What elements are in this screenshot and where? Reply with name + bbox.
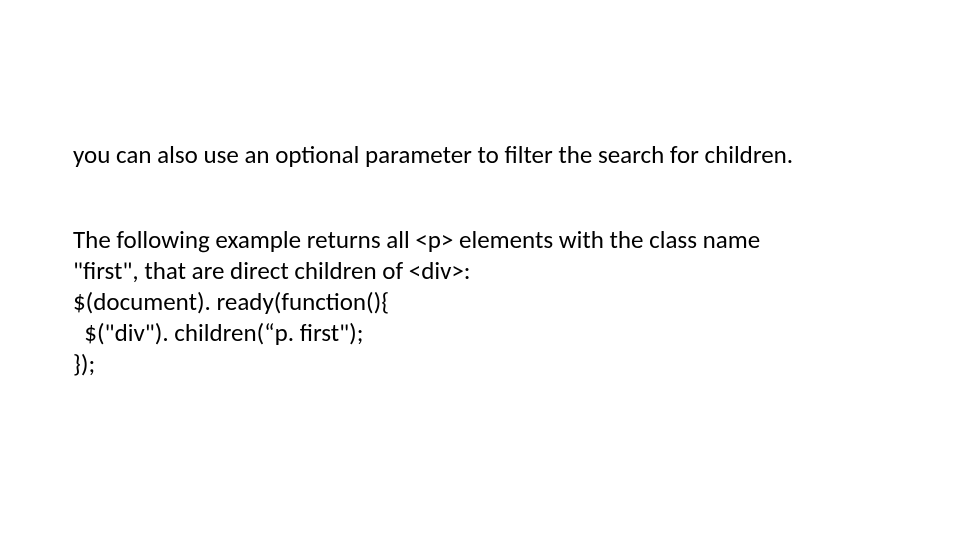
slide: you can also use an optional parameter t…	[0, 0, 960, 540]
code-line-1: $(document). ready(function(){	[73, 287, 893, 317]
example-desc-line2: "first", that are direct children of <di…	[73, 256, 893, 286]
code-line-3: });	[73, 349, 893, 379]
intro-text: you can also use an optional parameter t…	[73, 140, 893, 170]
example-desc-line1: The following example returns all <p> el…	[73, 225, 893, 255]
code-line-2: $("div"). children(“p. first");	[73, 318, 893, 348]
